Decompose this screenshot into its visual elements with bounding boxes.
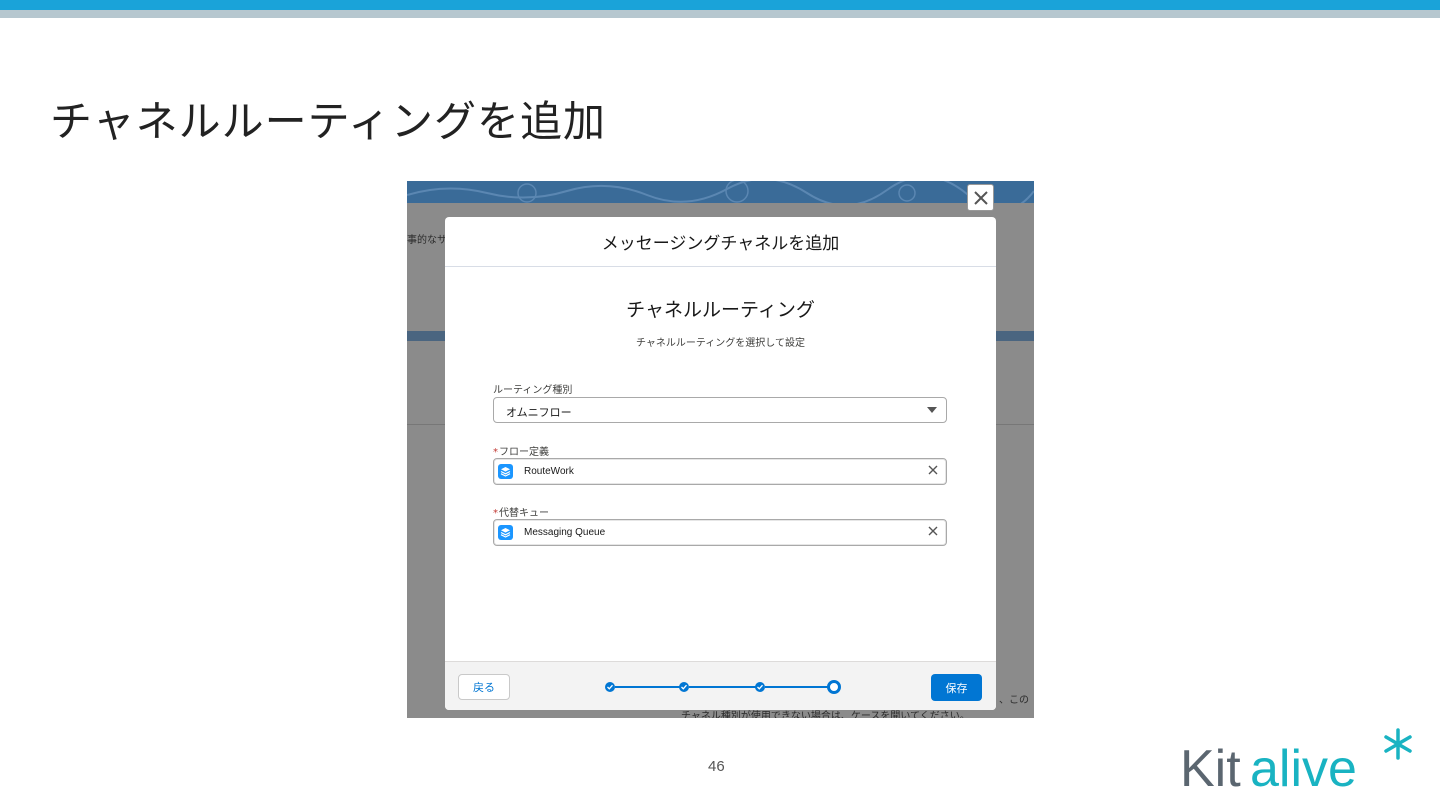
fallback-queue-label-text: 代替キュー <box>499 508 549 519</box>
progress-step-4-current[interactable] <box>827 680 841 694</box>
background-text-right: 、この <box>999 695 1029 706</box>
check-icon <box>681 684 687 690</box>
background-banner <box>407 181 1034 211</box>
section-subtitle: チャネルルーティングを選択して設定 <box>636 338 805 349</box>
flow-definition-label: *フロー定義 <box>493 443 549 458</box>
close-icon <box>973 190 988 205</box>
clear-fallback-queue-button[interactable] <box>928 525 938 539</box>
required-marker: * <box>493 508 498 519</box>
back-button[interactable]: 戻る <box>458 674 510 700</box>
screenshot-frame: 事的なサ 、この チャネル種別が使用できない場合は、ケースを開いてください。 メ… <box>407 181 1034 718</box>
save-button[interactable]: 保存 <box>931 674 982 701</box>
close-icon <box>928 465 938 475</box>
flow-definition-value: RouteWork <box>524 466 574 477</box>
progress-connector <box>615 686 683 688</box>
close-modal-button[interactable] <box>967 184 994 211</box>
modal-title: メッセージングチャネルを追加 <box>601 234 840 254</box>
clear-flow-definition-button[interactable] <box>928 464 938 478</box>
routing-type-select[interactable]: オムニフロー <box>493 397 947 423</box>
check-icon <box>607 684 613 690</box>
background-text-left: 事的なサ <box>407 235 447 246</box>
progress-step-1[interactable] <box>605 682 615 692</box>
close-icon <box>928 526 938 536</box>
banner-pattern <box>407 181 1034 211</box>
fallback-queue-lookup[interactable]: Messaging Queue <box>493 519 947 546</box>
chevron-down-icon <box>927 407 937 413</box>
section-title: チャネルルーティング <box>626 299 815 321</box>
top-accent-bar <box>0 0 1440 10</box>
check-icon <box>757 684 763 690</box>
fallback-queue-value: Messaging Queue <box>524 527 606 538</box>
routing-type-value: オムニフロー <box>506 406 572 419</box>
routing-type-label: ルーティング種別 <box>493 385 573 396</box>
add-messaging-channel-modal: メッセージングチャネルを追加 チャネルルーティング チャネルルーティングを選択し… <box>445 217 996 710</box>
stack-icon <box>498 464 513 479</box>
page-number: 46 <box>708 758 725 775</box>
required-marker: * <box>493 447 498 458</box>
progress-step-3[interactable] <box>755 682 765 692</box>
flow-definition-lookup[interactable]: RouteWork <box>493 458 947 485</box>
slide-title: チャネルルーティングを追加 <box>50 97 607 146</box>
progress-connector <box>689 686 757 688</box>
fallback-queue-label: *代替キュー <box>493 504 549 519</box>
flow-definition-label-text: フロー定義 <box>499 447 549 458</box>
modal-footer: 戻る 保存 <box>445 661 996 710</box>
kitalive-logo: Kit alive <box>1180 728 1412 798</box>
top-accent-bar-secondary <box>0 10 1440 18</box>
modal-header: メッセージングチャネルを追加 <box>445 217 996 267</box>
svg-text:Kit: Kit <box>1180 740 1241 798</box>
svg-text:alive: alive <box>1250 740 1357 798</box>
stack-icon <box>498 525 513 540</box>
progress-step-2[interactable] <box>679 682 689 692</box>
progress-connector <box>765 686 829 688</box>
progress-indicator <box>605 680 845 694</box>
